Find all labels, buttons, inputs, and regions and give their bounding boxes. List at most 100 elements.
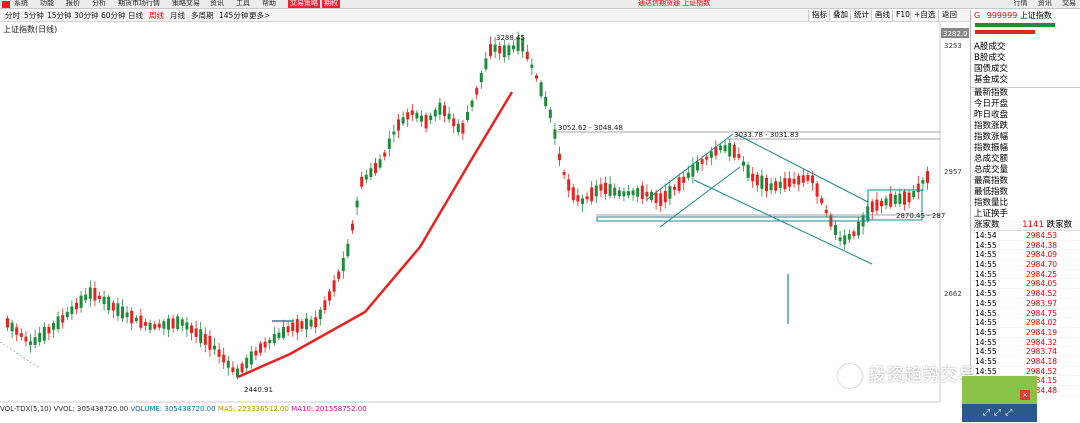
tick-row: 14:55 2983.97: [971, 299, 1080, 309]
candle-body: [824, 209, 828, 214]
candle-body: [663, 190, 667, 203]
menu-news[interactable]: 资讯: [210, 0, 224, 8]
ratio-bars: [971, 22, 1080, 42]
candle-body: [277, 332, 281, 339]
candle-body: [24, 336, 28, 342]
kline-chart[interactable]: 3253 2957 2662 3282.0 3288.45 2440.91 3052.62 …: [0, 22, 970, 404]
menu-function[interactable]: 功能: [40, 0, 54, 8]
candle-body: [512, 45, 515, 50]
candle-body: [429, 115, 433, 121]
field-change-pct: 指数涨幅: [974, 132, 1009, 142]
tool-add-watch[interactable]: +自选: [910, 10, 939, 21]
tool-back[interactable]: 返回: [938, 10, 960, 21]
menu-futures[interactable]: 期货市场行情: [118, 0, 160, 8]
candle-body: [332, 280, 336, 292]
menu-info[interactable]: 资讯: [1038, 0, 1052, 7]
candle-body: [880, 200, 883, 207]
candle-body: [52, 322, 55, 330]
candle-body: [792, 178, 796, 184]
candle-body: [659, 193, 663, 206]
period-day[interactable]: 日线: [128, 11, 143, 21]
field-open: 今日开盘: [974, 99, 1009, 109]
period-week[interactable]: 周线: [149, 11, 164, 21]
widget-toolbar[interactable]: ⤢⤢⤢: [962, 404, 1037, 422]
floating-widget[interactable]: × ⤢⤢⤢: [962, 376, 1037, 422]
field-b-share: B股成交: [974, 53, 1006, 63]
menu-trade-strategy[interactable]: 交易策略: [288, 0, 320, 8]
menu-tools[interactable]: 工具: [236, 0, 250, 8]
channel-up-1: [645, 133, 734, 201]
tick-time: 14:55: [975, 318, 997, 328]
menu-options[interactable]: 期权: [322, 0, 340, 8]
candle-body: [581, 198, 584, 205]
candle-body: [493, 44, 497, 52]
period-15min[interactable]: 15分钟: [47, 11, 72, 21]
candle-body: [415, 112, 419, 119]
candle-body: [604, 182, 607, 195]
period-145min[interactable]: 145分钟: [219, 11, 248, 21]
candle-body: [843, 235, 847, 245]
candle-body: [912, 191, 916, 197]
menubar-right: 行情 资讯 交易: [1006, 0, 1076, 8]
quote-header: G 999999 上证指数: [971, 10, 1080, 22]
candle-body: [539, 82, 543, 97]
candle-body: [397, 119, 400, 131]
tick-time: 14:55: [975, 289, 997, 299]
app-logo-icon: [2, 1, 10, 8]
field-high: 最高指数: [974, 176, 1009, 186]
candle-body: [378, 159, 382, 168]
vol-label: VOL-TDX(5,10) VVOL: 305438720.00: [0, 405, 129, 413]
period-minute[interactable]: 分时: [5, 11, 20, 21]
field-fund: 基金成交: [974, 75, 1009, 85]
candle-body: [337, 271, 341, 279]
tool-draw[interactable]: 画线: [871, 10, 893, 21]
candles-group: [6, 31, 929, 380]
candle-body: [70, 306, 74, 315]
period-30min[interactable]: 30分钟: [74, 11, 99, 21]
tick-header: 涨家数 1141 跌家数: [971, 220, 1080, 231]
candle-body: [153, 324, 157, 329]
menu-help[interactable]: 帮助: [262, 0, 276, 8]
field-turnover: 上证换手: [974, 209, 1009, 219]
candle-body: [884, 198, 888, 206]
candle-body: [190, 325, 193, 334]
period-multi[interactable]: 多周期: [191, 11, 214, 21]
candle-body: [732, 144, 736, 158]
menu-strategy[interactable]: 策略交易: [172, 0, 200, 8]
tool-overlay[interactable]: 叠加: [829, 10, 851, 21]
price-label: 2957: [944, 168, 962, 176]
candle-body: [806, 175, 810, 181]
period-month[interactable]: 月线: [170, 11, 185, 21]
candle-body: [801, 175, 805, 183]
candle-body: [498, 45, 502, 54]
period-5min[interactable]: 5分钟: [24, 11, 44, 21]
tool-stats[interactable]: 统计: [850, 10, 872, 21]
menu-trade[interactable]: 交易: [1062, 0, 1076, 7]
vol-volume: VOLUME: 305438720.00: [130, 405, 216, 413]
period-more[interactable]: 更多>: [249, 11, 270, 21]
tick-row: 14:55 2983.74: [971, 347, 1080, 357]
period-toolbar: 分时 5分钟 15分钟 30分钟 60分钟 日线 周线 月线 多周期 145分钟…: [0, 10, 970, 22]
candle-body: [107, 296, 111, 311]
candle-body: [249, 351, 253, 365]
menu-quote[interactable]: 报价: [66, 0, 80, 8]
candle-body: [369, 168, 373, 177]
annotation-high: 3288.45: [496, 34, 525, 42]
candle-body: [617, 190, 621, 197]
candle-body: [691, 164, 695, 177]
candle-body: [10, 322, 14, 332]
candle-body: [820, 198, 824, 204]
menu-system[interactable]: 系统: [14, 0, 28, 8]
tick-time: 14:55: [975, 240, 997, 250]
candle-body: [571, 187, 575, 201]
menu-market[interactable]: 行情: [1014, 0, 1028, 7]
tick-time: 14:55: [975, 279, 997, 289]
candle-body: [259, 343, 262, 353]
tick-price: 2984.52: [1026, 289, 1058, 299]
menu-analysis[interactable]: 分析: [92, 0, 106, 8]
tool-indicator[interactable]: 指标: [808, 10, 830, 21]
close-icon[interactable]: ×: [1020, 390, 1030, 400]
tick-price: 2984.53: [1026, 231, 1058, 240]
tick-row: 14:55 2984.09: [971, 250, 1080, 261]
period-60min[interactable]: 60分钟: [101, 11, 126, 21]
